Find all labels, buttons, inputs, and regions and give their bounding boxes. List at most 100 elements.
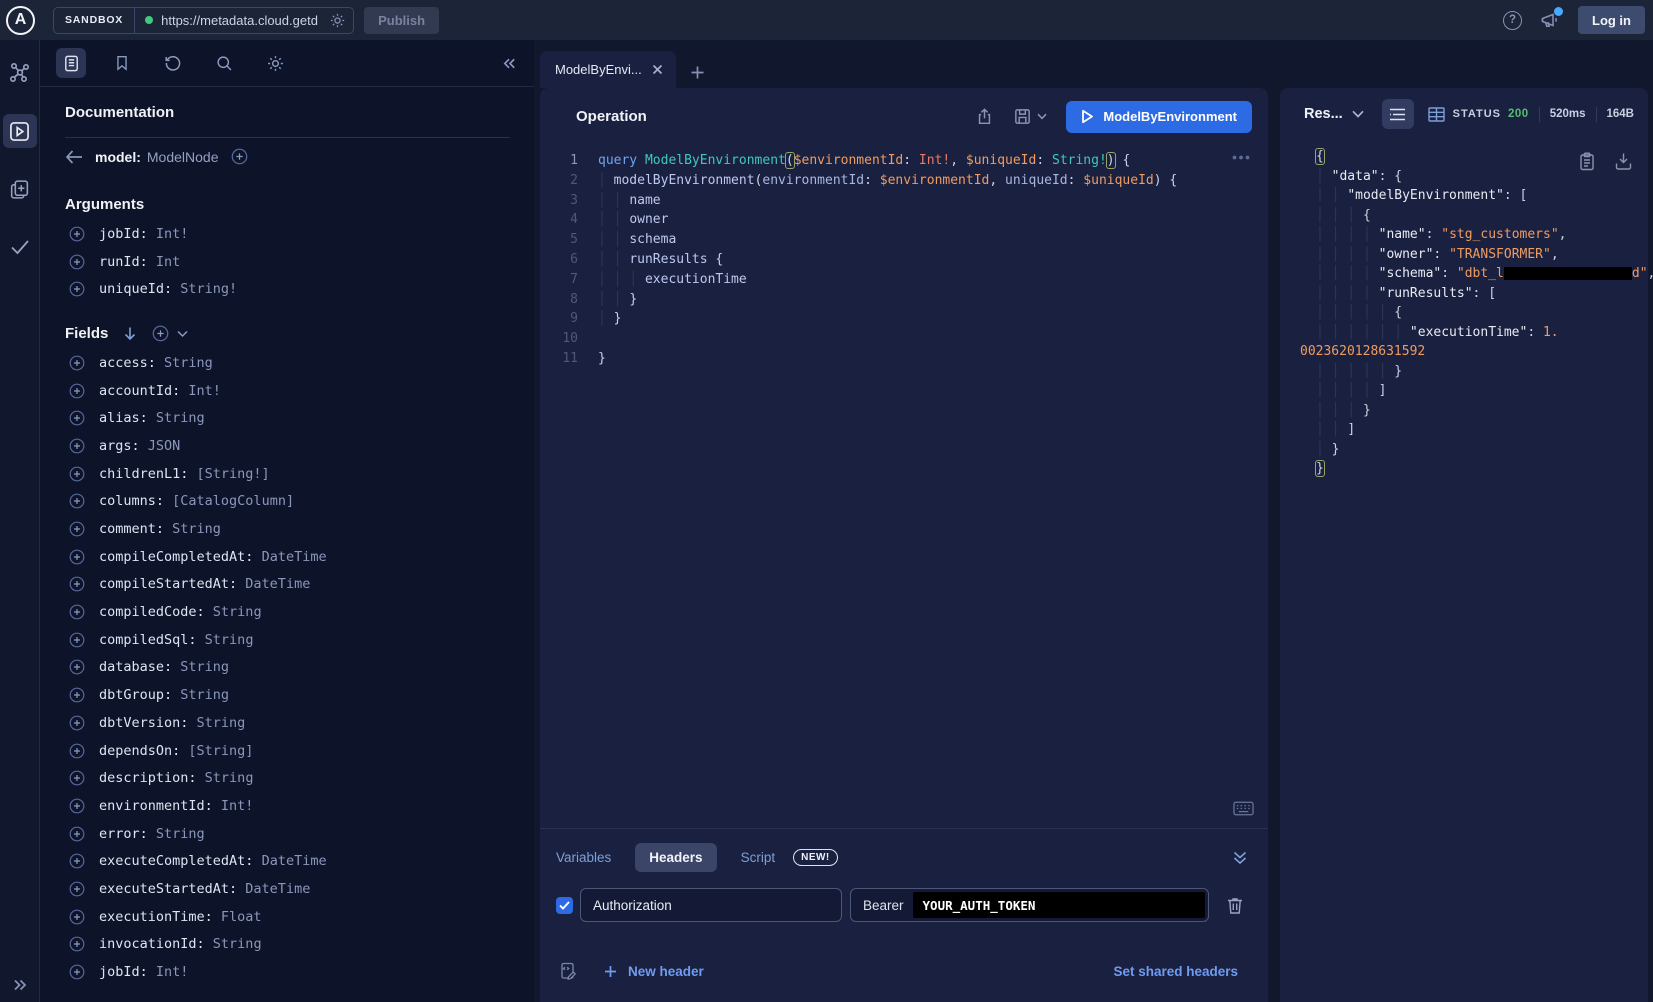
header-key-input[interactable]: Authorization — [580, 888, 842, 922]
history-icon[interactable] — [158, 48, 188, 78]
apollo-logo[interactable]: A — [6, 6, 35, 35]
code-line[interactable]: 5│ │ schema — [540, 230, 1268, 250]
add-field-circle-icon[interactable] — [231, 148, 248, 165]
delete-header-icon[interactable] — [1226, 896, 1244, 915]
add-circle-icon[interactable] — [69, 632, 85, 648]
add-circle-icon[interactable] — [69, 909, 85, 925]
code-line[interactable]: 8│ │ } — [540, 290, 1268, 310]
field-row[interactable]: alias: String — [65, 404, 510, 432]
field-row[interactable]: executeStartedAt: DateTime — [65, 875, 510, 903]
field-row[interactable]: executeCompletedAt: DateTime — [65, 847, 510, 875]
add-circle-icon[interactable] — [69, 383, 85, 399]
add-circle-icon[interactable] — [69, 438, 85, 454]
settings-gear-icon[interactable] — [260, 48, 290, 78]
query-editor[interactable]: 1query ModelByEnvironment($environmentId… — [540, 145, 1268, 828]
add-circle-icon[interactable] — [69, 798, 85, 814]
publish-button[interactable]: Publish — [364, 7, 439, 34]
field-row[interactable]: executionTime: Float — [65, 903, 510, 931]
code-line[interactable]: 1query ModelByEnvironment($environmentId… — [540, 151, 1268, 171]
add-circle-icon[interactable] — [69, 659, 85, 675]
new-header-button[interactable]: New header — [604, 964, 704, 979]
add-circle-icon[interactable] — [69, 254, 85, 270]
field-row[interactable]: error: String — [65, 820, 510, 848]
add-circle-icon[interactable] — [69, 853, 85, 869]
add-circle-icon[interactable] — [69, 355, 85, 371]
add-circle-icon[interactable] — [69, 521, 85, 537]
tab-script[interactable]: Script — [741, 843, 776, 872]
share-operation-icon[interactable] — [975, 107, 994, 126]
field-row[interactable]: args: JSON — [65, 432, 510, 460]
add-circle-icon[interactable] — [69, 549, 85, 565]
documentation-tab-icon[interactable] — [56, 48, 86, 78]
editor-more-options-icon[interactable] — [1232, 155, 1250, 160]
field-row[interactable]: compiledCode: String — [65, 598, 510, 626]
add-circle-icon[interactable] — [69, 881, 85, 897]
response-dropdown-chevron-icon[interactable] — [1352, 110, 1364, 118]
add-circle-icon[interactable] — [69, 743, 85, 759]
code-line[interactable]: 10 — [540, 329, 1268, 349]
header-enabled-checkbox[interactable] — [556, 897, 573, 914]
bookmarks-icon[interactable] — [107, 48, 137, 78]
add-circle-icon[interactable] — [69, 687, 85, 703]
copy-response-icon[interactable] — [1579, 152, 1595, 171]
field-row[interactable]: environmentId: Int! — [65, 792, 510, 820]
add-circle-icon[interactable] — [69, 466, 85, 482]
run-operation-button[interactable]: ModelByEnvironment — [1066, 101, 1252, 133]
announcements-megaphone-icon[interactable] — [1539, 10, 1561, 31]
rail-schema-icon[interactable] — [3, 56, 37, 90]
code-line[interactable]: 7│ │ │ executionTime — [540, 270, 1268, 290]
field-row[interactable]: accountId: Int! — [65, 377, 510, 405]
add-circle-icon[interactable] — [69, 281, 85, 297]
add-circle-icon[interactable] — [69, 826, 85, 842]
help-icon[interactable]: ? — [1503, 11, 1522, 30]
code-line[interactable]: 4│ │ owner — [540, 210, 1268, 230]
tab-variables[interactable]: Variables — [556, 843, 611, 872]
field-row[interactable]: comment: String — [65, 515, 510, 543]
endpoint-url-input[interactable]: https://metadata.cloud.getd — [161, 13, 327, 28]
field-type-link[interactable]: ModelNode — [147, 149, 219, 165]
field-row[interactable]: childrenL1: [String!] — [65, 460, 510, 488]
sort-fields-icon[interactable] — [123, 326, 137, 341]
add-circle-icon[interactable] — [69, 410, 85, 426]
argument-row[interactable]: runId: Int — [65, 248, 510, 276]
code-line[interactable]: 2│ modelByEnvironment(environmentId: $en… — [540, 171, 1268, 191]
argument-row[interactable]: jobId: Int! — [65, 220, 510, 248]
rail-explorer-icon[interactable] — [3, 114, 37, 148]
add-circle-icon[interactable] — [69, 226, 85, 242]
field-row[interactable]: compileCompletedAt: DateTime — [65, 543, 510, 571]
edit-as-text-icon[interactable] — [559, 962, 577, 981]
field-row[interactable]: dependsOn: [String] — [65, 737, 510, 765]
download-response-icon[interactable] — [1615, 152, 1632, 171]
table-view-icon[interactable] — [1428, 107, 1445, 122]
tab-headers[interactable]: Headers — [635, 843, 716, 872]
field-row[interactable]: access: String — [65, 349, 510, 377]
close-tab-icon[interactable] — [652, 64, 663, 75]
collapse-footer-icon[interactable] — [1232, 850, 1248, 866]
code-line[interactable]: 3│ │ name — [540, 191, 1268, 211]
save-options-chevron-icon[interactable] — [1037, 113, 1047, 120]
field-row[interactable]: columns: [CatalogColumn] — [65, 488, 510, 516]
new-tab-icon[interactable] — [690, 65, 705, 80]
expand-rail-icon[interactable] — [0, 976, 39, 994]
field-row[interactable]: database: String — [65, 654, 510, 682]
keyboard-shortcuts-icon[interactable] — [1233, 801, 1254, 816]
collapse-sidebar-icon[interactable] — [501, 55, 518, 72]
add-circle-icon[interactable] — [69, 936, 85, 952]
save-operation-icon[interactable] — [1013, 107, 1032, 126]
back-arrow-icon[interactable] — [65, 150, 83, 164]
code-line[interactable]: 11} — [540, 349, 1268, 369]
add-circle-icon[interactable] — [69, 770, 85, 786]
field-row[interactable]: dbtGroup: String — [65, 681, 510, 709]
search-icon[interactable] — [209, 48, 239, 78]
rail-checklist-icon[interactable] — [3, 230, 37, 264]
fields-options-chevron-icon[interactable] — [177, 330, 188, 338]
field-row[interactable]: description: String — [65, 764, 510, 792]
login-button[interactable]: Log in — [1578, 6, 1645, 34]
add-circle-icon[interactable] — [69, 715, 85, 731]
code-line[interactable]: 6│ │ runResults { — [540, 250, 1268, 270]
header-value-input[interactable]: Bearer YOUR_AUTH_TOKEN — [850, 888, 1209, 922]
code-line[interactable]: 9│ } — [540, 309, 1268, 329]
field-row[interactable]: jobId: Int! — [65, 958, 510, 986]
set-shared-headers-link[interactable]: Set shared headers — [1113, 964, 1238, 979]
add-all-fields-icon[interactable] — [152, 325, 169, 342]
